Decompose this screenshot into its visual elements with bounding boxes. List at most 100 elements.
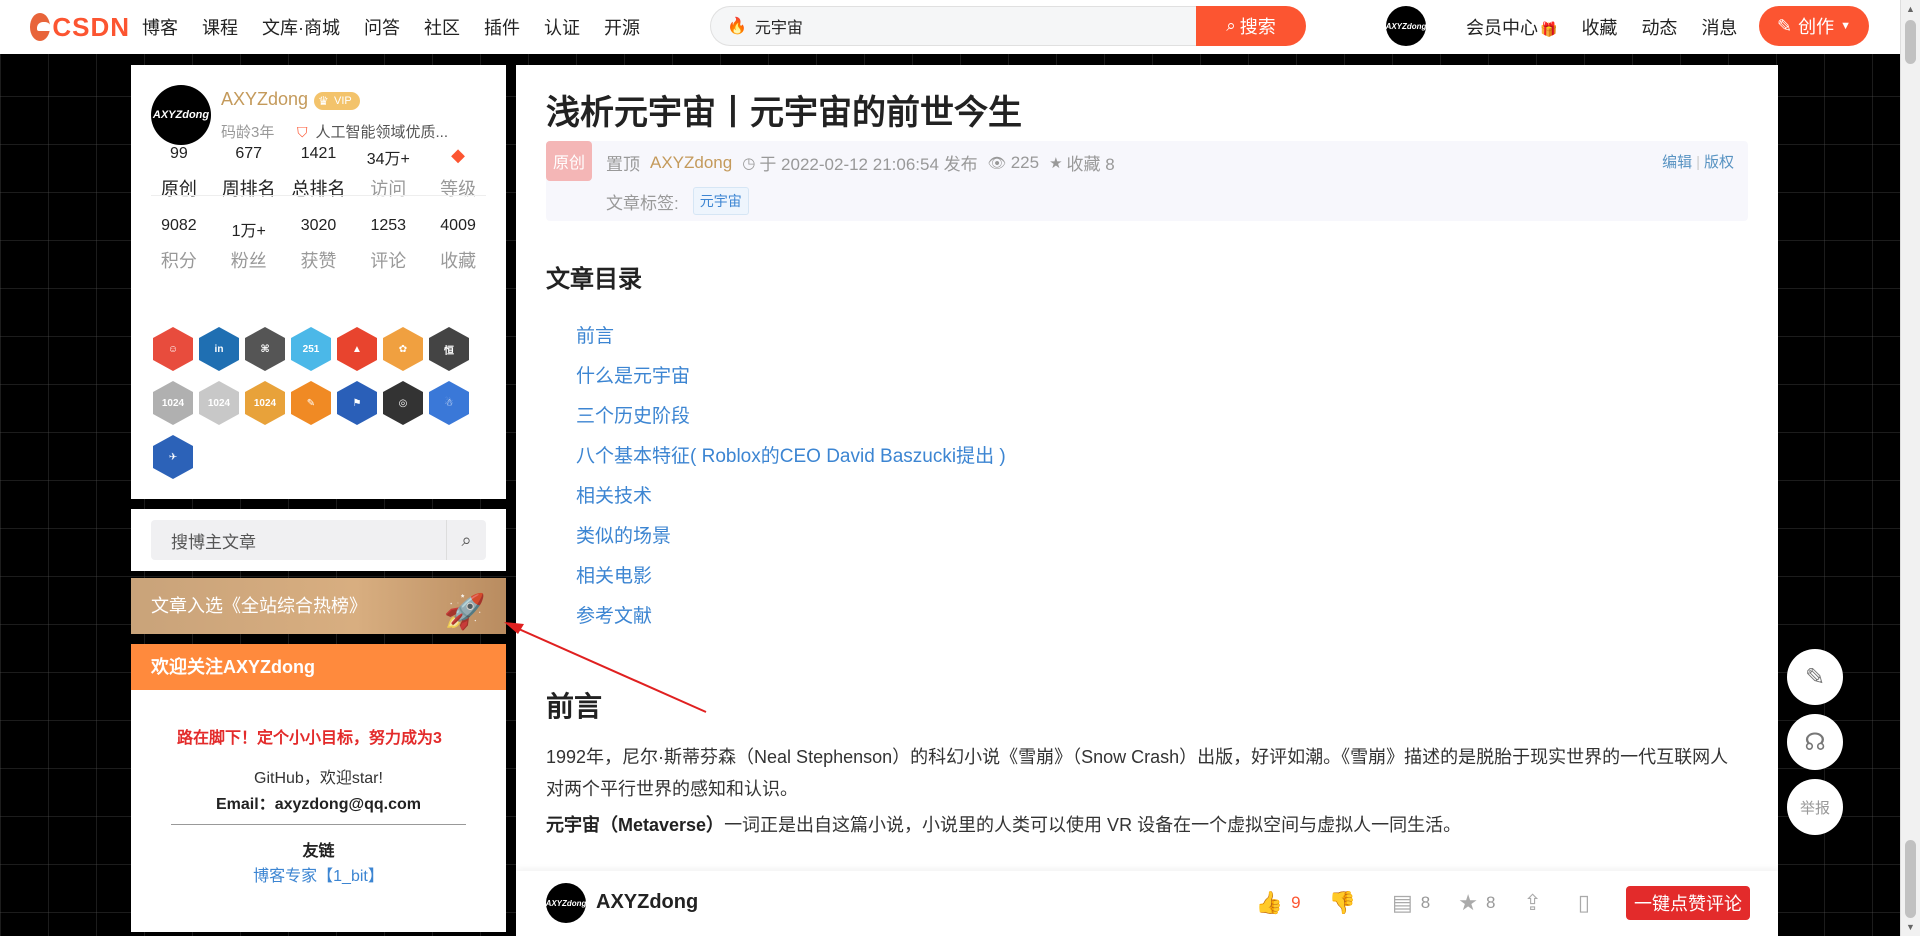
search-icon[interactable]: ⌕ <box>446 520 486 560</box>
level-icon: ◆ <box>451 145 465 165</box>
divider <box>151 195 486 196</box>
pin-label: 置顶 <box>606 155 640 174</box>
nav-item-library[interactable]: 文库·商城 <box>262 14 340 40</box>
toc-item[interactable]: 相关电影 <box>576 565 1006 605</box>
friend-link-1bit[interactable]: 博客专家【1_bit】 <box>253 868 384 885</box>
original-tag: 原创 <box>546 141 592 181</box>
article-tag[interactable]: 元宇宙 <box>692 187 749 215</box>
achievement-badge-icon[interactable]: 1024 <box>245 381 285 425</box>
edit-tool-button[interactable]: ✎ <box>1787 649 1843 705</box>
share-button[interactable]: ⇪ <box>1523 890 1549 916</box>
hot-list-banner[interactable]: 文章入选《全站综合热榜》 🚀 <box>131 578 506 634</box>
term-bold: 元宇宙（Metaverse） <box>546 815 725 835</box>
nav-item-community[interactable]: 社区 <box>424 14 460 40</box>
blog-search-input[interactable]: 搜博主文章 <box>151 528 446 553</box>
paragraph-text: 一词正是出自这篇小说，小说里的人类可以使用 VR 设备在一个虚拟空间与虚拟人一同… <box>724 815 1462 835</box>
pdf-button[interactable]: ▯ <box>1578 890 1598 916</box>
user-avatar[interactable]: AXYZdong <box>1386 6 1426 46</box>
toc-item[interactable]: 八个基本特征( Roblox的CEO David Baszucki提出 ) <box>576 445 1006 485</box>
copyright-link[interactable]: 版权 <box>1704 154 1734 171</box>
toc-item[interactable]: 前言 <box>576 325 1006 365</box>
toc-item[interactable]: 相关技术 <box>576 485 1006 525</box>
separator: | <box>1696 154 1700 171</box>
csdn-logo-icon <box>30 13 52 41</box>
blog-search-field: 搜博主文章 ⌕ <box>151 520 486 560</box>
scrollbar-thumb-lower[interactable] <box>1905 840 1916 918</box>
toolbar-author-name[interactable]: AXYZdong <box>596 891 698 914</box>
achievement-badge-icon[interactable]: 恒 <box>429 327 469 371</box>
create-label: 创作 <box>1798 17 1835 37</box>
nav-item-plugins[interactable]: 插件 <box>484 14 520 40</box>
nav-item-courses[interactable]: 课程 <box>202 14 238 40</box>
page-scrollbar[interactable]: ▲ ▼ <box>1900 0 1920 936</box>
favorite-count: 8 <box>1485 893 1496 912</box>
stat-fans[interactable]: 1万+ 粉丝 <box>214 217 284 273</box>
nav-item-opensource[interactable]: 开源 <box>604 14 640 40</box>
like-button[interactable]: 👍 9 <box>1256 890 1301 916</box>
stat-label: 原创 <box>160 179 197 199</box>
vip-center-link[interactable]: 会员中心 🎁 <box>1466 14 1557 40</box>
toc-item[interactable]: 参考文献 <box>576 605 1006 645</box>
article-meta: 原创 置顶 AXYZdong ◷ 于 2022-02-12 21:06:54 发… <box>546 141 1748 221</box>
toc-item[interactable]: 三个历史阶段 <box>576 405 1006 445</box>
achievement-badge-icon[interactable]: ⌘ <box>245 327 285 371</box>
comment-count: 8 <box>1420 893 1431 912</box>
favorite-button[interactable]: ★ 8 <box>1458 890 1495 916</box>
favorites-link[interactable]: 收藏 <box>1581 14 1617 40</box>
fire-icon: 🔥 <box>727 18 747 35</box>
stat-label: 粉丝 <box>230 251 267 271</box>
stat-num: 34万+ <box>366 151 410 168</box>
achievement-badge-icon[interactable]: 251 <box>291 327 331 371</box>
eye-icon: 👁 <box>987 154 1007 172</box>
achievement-badge-icon[interactable]: ⚑ <box>337 381 377 425</box>
report-button[interactable]: 举报 <box>1787 779 1843 835</box>
stat-num: 4009 <box>440 217 476 234</box>
stat-label: 评论 <box>370 251 407 271</box>
stat-level[interactable]: ◆ 等级 <box>423 145 493 201</box>
friend-links-title: 友链 <box>302 843 335 860</box>
pdf-icon: ▯ <box>1577 890 1590 915</box>
meta-author[interactable]: AXYZdong <box>650 153 732 173</box>
support-button[interactable]: ☊ <box>1787 714 1843 770</box>
user-links: 会员中心 🎁 收藏 动态 消息 <box>1466 0 1761 54</box>
achievement-badge-icon[interactable]: ☃ <box>429 381 469 425</box>
stat-original[interactable]: 99 原创 <box>144 145 214 201</box>
achievement-badge-icon[interactable]: ▲ <box>337 327 377 371</box>
achievement-badge-icon[interactable]: ◎ <box>383 381 423 425</box>
one-click-comment-button[interactable]: 一键点赞评论 <box>1626 886 1750 920</box>
achievement-badge-icon[interactable]: 1024 <box>153 381 193 425</box>
scroll-up-icon[interactable]: ▲ <box>1906 4 1915 14</box>
thumbs-up-icon: 👍 <box>1255 890 1284 915</box>
achievement-badge-icon[interactable]: ☺ <box>153 327 193 371</box>
scrollbar-thumb[interactable] <box>1905 20 1916 64</box>
nav-item-blog[interactable]: 博客 <box>142 14 178 40</box>
scroll-down-icon[interactable]: ▼ <box>1906 922 1915 932</box>
edit-link[interactable]: 编辑 <box>1662 154 1692 171</box>
toc-item[interactable]: 什么是元宇宙 <box>576 365 1006 405</box>
toolbar-avatar[interactable]: AXYZdong <box>546 883 586 923</box>
toc-item[interactable]: 类似的场景 <box>576 525 1006 565</box>
achievement-badges: ☺ in ⌘ 251 ▲ ✿ 恒 1024 1024 1024 ✎ ⚑ ◎ ☃ ✈ <box>153 327 493 489</box>
dislike-button[interactable]: 👎 <box>1329 890 1364 916</box>
stat-total-rank[interactable]: 1421 总排名 <box>284 145 354 201</box>
achievement-badge-icon[interactable]: ✿ <box>383 327 423 371</box>
comment-button[interactable]: ▤ 8 <box>1392 890 1430 916</box>
nav-item-certification[interactable]: 认证 <box>544 14 580 40</box>
author-avatar[interactable]: AXYZdong <box>151 85 211 145</box>
search-input[interactable]: 🔥 元宇宙 <box>710 6 1196 46</box>
article-toolbar: AXYZdong AXYZdong 👍 9 👎 ▤ 8 ★ 8 ⇪ ▯ 一键点赞评论 <box>516 871 1778 936</box>
stat-num: 3020 <box>300 217 337 234</box>
csdn-logo[interactable]: CSDN <box>30 12 130 43</box>
achievement-badge-icon[interactable]: in <box>199 327 239 371</box>
level-value: ◆ <box>423 145 493 167</box>
search-button[interactable]: ⌕ 搜索 <box>1196 6 1306 46</box>
achievement-badge-icon[interactable]: ✈ <box>153 435 193 479</box>
achievement-badge-icon[interactable]: ✎ <box>291 381 331 425</box>
messages-link[interactable]: 消息 <box>1701 14 1737 40</box>
create-button[interactable]: ✎ 创作 ▼ <box>1759 6 1869 46</box>
nav-item-qa[interactable]: 问答 <box>364 14 400 40</box>
achievement-badge-icon[interactable]: 1024 <box>199 381 239 425</box>
author-name[interactable]: AXYZdong <box>221 89 308 110</box>
activity-link[interactable]: 动态 <box>1641 14 1677 40</box>
stat-weekly-rank[interactable]: 677 周排名 <box>214 145 284 201</box>
